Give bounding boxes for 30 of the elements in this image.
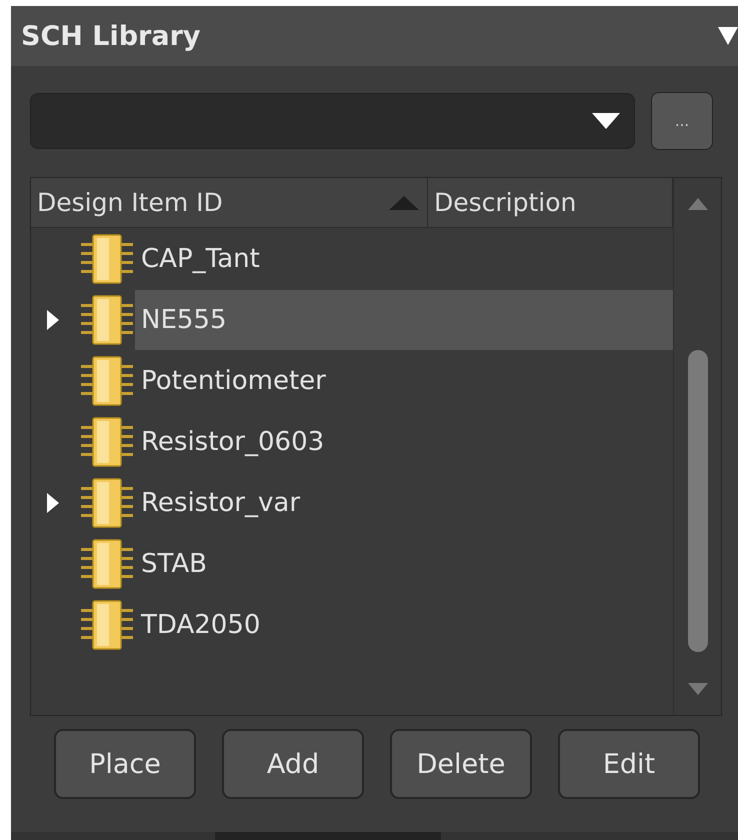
list-item[interactable]: STAB [135,534,673,594]
action-button[interactable]: Place [54,729,196,799]
chip-icon [79,294,135,344]
action-button[interactable]: Delete [390,729,532,799]
list-item[interactable]: Resistor_var [135,472,673,532]
list-item[interactable]: NE555 [135,290,673,350]
list-item[interactable]: Potentiometer [135,350,673,410]
list-item[interactable]: CAP_Tant [135,228,673,288]
expand-arrow-icon[interactable] [47,492,59,512]
column-header-label: Description [434,188,576,217]
chip-icon [79,356,135,406]
chip-icon [79,538,135,588]
scrollbar-thumb[interactable] [688,350,708,652]
panel-title: SCH Library [21,20,200,52]
chip-icon [79,234,135,284]
action-button[interactable]: Add [222,729,364,799]
column-header-label: Design Item ID [37,188,223,217]
action-button[interactable]: Edit [558,729,700,799]
scroll-down-icon[interactable] [688,683,708,695]
column-header[interactable]: Design Item ID [31,178,428,227]
chip-icon [79,600,135,650]
panel-menu-icon[interactable] [718,27,738,45]
browse-button[interactable]: ... [651,92,713,150]
caret-icon[interactable] [592,113,620,129]
list-item[interactable]: TDA2050 [135,594,673,654]
chip-icon [79,478,135,528]
expand-arrow-icon[interactable] [47,310,59,330]
scroll-up-icon[interactable] [688,198,708,210]
list-item[interactable]: Resistor_0603 [135,412,673,472]
chip-icon [79,416,135,466]
